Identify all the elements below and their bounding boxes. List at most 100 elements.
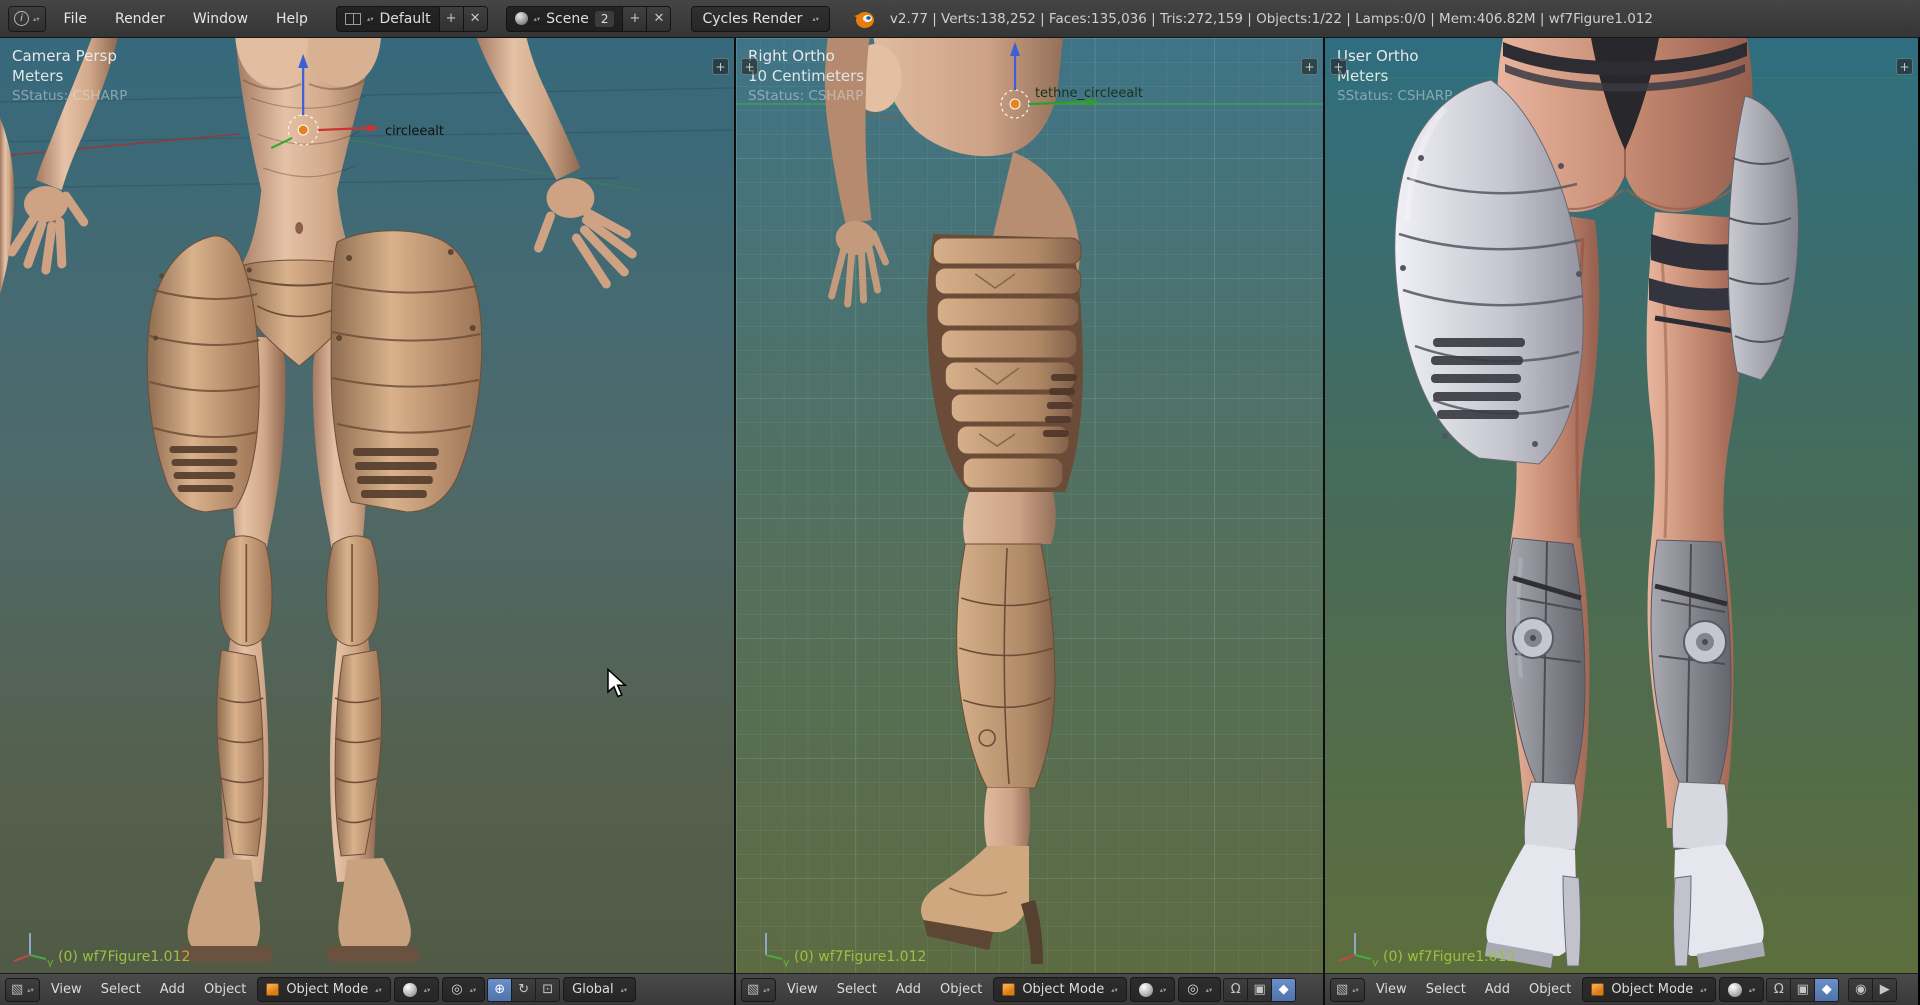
chevron-updown-icon: ▴▾ — [1160, 987, 1167, 993]
viewport-camera-persp: circleealt Camera Persp Meters SStatus: … — [0, 38, 736, 1005]
viewport-right-ortho: tethne_circleealt Right Ortho 10 Centime… — [736, 38, 1325, 1005]
viewport-shading-select[interactable]: ▴▾ — [1130, 977, 1176, 1002]
transform-orientation-select[interactable]: Global ▴▾ — [563, 977, 636, 1002]
menu-add[interactable]: Add — [152, 978, 193, 1001]
region-expand-icon[interactable]: + — [1896, 58, 1913, 75]
snap-element-button[interactable]: ▣ — [1790, 978, 1815, 1002]
chevron-updown-icon: ▴▾ — [375, 987, 382, 993]
region-expand-icon[interactable]: + — [741, 58, 758, 75]
mode-select[interactable]: Object Mode ▴▾ — [1582, 977, 1715, 1002]
info-editor-icon: i — [14, 11, 29, 26]
menu-add[interactable]: Add — [1477, 978, 1518, 1001]
shading-sphere-icon — [1139, 983, 1153, 997]
viewport-editor-icon: ▧ — [1336, 982, 1348, 997]
chevron-updown-icon: ▴▾ — [367, 16, 374, 22]
info-header: i ▴▾ File Render Window Help ▴▾ Default … — [0, 0, 1920, 38]
editor-type-selector-3d-view[interactable]: ▧ ▴▾ — [5, 978, 40, 1002]
menu-select[interactable]: Select — [829, 978, 885, 1001]
editor-type-selector-info[interactable]: i ▴▾ — [8, 6, 46, 32]
menu-window[interactable]: Window — [183, 7, 258, 31]
delete-scene-button[interactable]: ✕ — [647, 6, 671, 32]
add-screen-layout-button[interactable]: + — [440, 6, 464, 32]
menu-object[interactable]: Object — [1521, 978, 1579, 1001]
menu-add[interactable]: Add — [888, 978, 929, 1001]
scene-users-count[interactable]: 2 — [595, 11, 615, 27]
opengl-render-anim-button[interactable]: ▶ — [1872, 978, 1897, 1002]
translate-manipulator-button[interactable]: ⊕ — [487, 978, 512, 1002]
manipulator-toggle-group: ⊕ ↻ ⊡ — [488, 978, 560, 1002]
menu-object[interactable]: Object — [932, 978, 990, 1001]
chevron-updown-icon: ▴▾ — [763, 987, 770, 993]
region-expand-icon[interactable]: + — [712, 58, 729, 75]
mode-value: Object Mode — [286, 982, 368, 997]
opengl-render-still-button[interactable]: ◉ — [1848, 978, 1873, 1002]
viewport-3-canvas[interactable]: User Ortho Meters SStatus: CSHARP + + y … — [1325, 38, 1918, 973]
menu-file[interactable]: File — [54, 7, 97, 31]
menu-object[interactable]: Object — [196, 978, 254, 1001]
editor-type-selector-3d-view[interactable]: ▧ ▴▾ — [741, 978, 776, 1002]
mode-select[interactable]: Object Mode ▴▾ — [993, 977, 1126, 1002]
viewport-shading-select[interactable]: ▴▾ — [1719, 977, 1765, 1002]
chevron-updown-icon: ▴▾ — [1206, 987, 1213, 993]
scene-icon — [515, 12, 528, 25]
gizmo-object-label: circleealt — [385, 124, 444, 139]
axis-constraint-button[interactable]: ◆ — [1814, 978, 1839, 1002]
rotate-manipulator-button[interactable]: ↻ — [511, 978, 536, 1002]
snap-magnet-button[interactable]: Ω — [1223, 978, 1248, 1002]
render-engine-select[interactable]: Cycles Render ▴▾ — [691, 6, 829, 32]
chevron-updown-icon: ▴▾ — [33, 16, 40, 22]
mode-value: Object Mode — [1611, 982, 1693, 997]
menu-render[interactable]: Render — [105, 7, 175, 31]
object-mode-icon — [1591, 983, 1604, 996]
screen-layout-field[interactable]: ▴▾ Default — [336, 6, 440, 32]
snap-group: Ω ▣ ◆ — [1224, 978, 1296, 1002]
chevron-updown-icon: ▴▾ — [621, 987, 628, 993]
scene-field[interactable]: ▴▾ Scene 2 — [506, 6, 624, 32]
viewport-shading-select[interactable]: ▴▾ — [394, 977, 440, 1002]
viewport-1-header: ▧ ▴▾ View Select Add Object Object Mode … — [0, 973, 734, 1005]
menu-view[interactable]: View — [779, 978, 826, 1001]
menu-view[interactable]: View — [43, 978, 90, 1001]
shading-sphere-icon — [1728, 983, 1742, 997]
screen-layout-icon — [345, 13, 361, 25]
mode-select[interactable]: Object Mode ▴▾ — [257, 977, 390, 1002]
chevron-updown-icon: ▴▾ — [534, 16, 541, 22]
orientation-value: Global — [572, 982, 613, 997]
snap-magnet-button[interactable]: Ω — [1766, 978, 1791, 1002]
scene-group: ▴▾ Scene 2 + ✕ — [506, 6, 672, 32]
viewport-2-canvas[interactable]: tethne_circleealt Right Ortho 10 Centime… — [736, 38, 1323, 973]
menu-select[interactable]: Select — [93, 978, 149, 1001]
editor-type-selector-3d-view[interactable]: ▧ ▴▾ — [1330, 978, 1365, 1002]
snap-element-button[interactable]: ▣ — [1247, 978, 1272, 1002]
region-expand-icon[interactable]: + — [1330, 58, 1347, 75]
menu-view[interactable]: View — [1368, 978, 1415, 1001]
viewport-1-canvas[interactable]: circleealt Camera Persp Meters SStatus: … — [0, 38, 734, 973]
chevron-updown-icon: ▴▾ — [812, 16, 819, 22]
chevron-updown-icon: ▴▾ — [424, 987, 431, 993]
workspace: circleealt Camera Persp Meters SStatus: … — [0, 38, 1920, 1005]
opengl-render-group: ◉ ▶ — [1849, 978, 1897, 1002]
pivot-point-select[interactable]: ◎ ▴▾ — [442, 977, 485, 1002]
delete-screen-layout-button[interactable]: ✕ — [464, 6, 488, 32]
chevron-updown-icon: ▴▾ — [1111, 987, 1118, 993]
menu-help[interactable]: Help — [266, 7, 318, 31]
chevron-updown-icon: ▴▾ — [1700, 987, 1707, 993]
object-mode-icon — [1002, 983, 1015, 996]
viewport-3-3d-art — [1325, 38, 1918, 973]
pivot-point-select[interactable]: ◎ ▴▾ — [1178, 977, 1221, 1002]
screen-layout-group: ▴▾ Default + ✕ — [336, 6, 488, 32]
add-scene-button[interactable]: + — [623, 6, 647, 32]
region-expand-icon[interactable]: + — [1301, 58, 1318, 75]
chevron-updown-icon: ▴▾ — [1352, 987, 1359, 993]
shading-sphere-icon — [403, 983, 417, 997]
mode-value: Object Mode — [1022, 982, 1104, 997]
gizmo-object-label: tethne_circleealt — [1035, 86, 1143, 101]
viewport-editor-icon: ▧ — [11, 982, 23, 997]
viewport-3-header: ▧ ▴▾ View Select Add Object Object Mode … — [1325, 973, 1918, 1005]
menu-select[interactable]: Select — [1418, 978, 1474, 1001]
scale-manipulator-button[interactable]: ⊡ — [535, 978, 560, 1002]
render-engine-value: Cycles Render — [702, 11, 802, 27]
viewport-1-3d-art: circleealt — [0, 38, 734, 973]
blender-logo-icon — [852, 7, 876, 31]
axis-constraint-button[interactable]: ◆ — [1271, 978, 1296, 1002]
